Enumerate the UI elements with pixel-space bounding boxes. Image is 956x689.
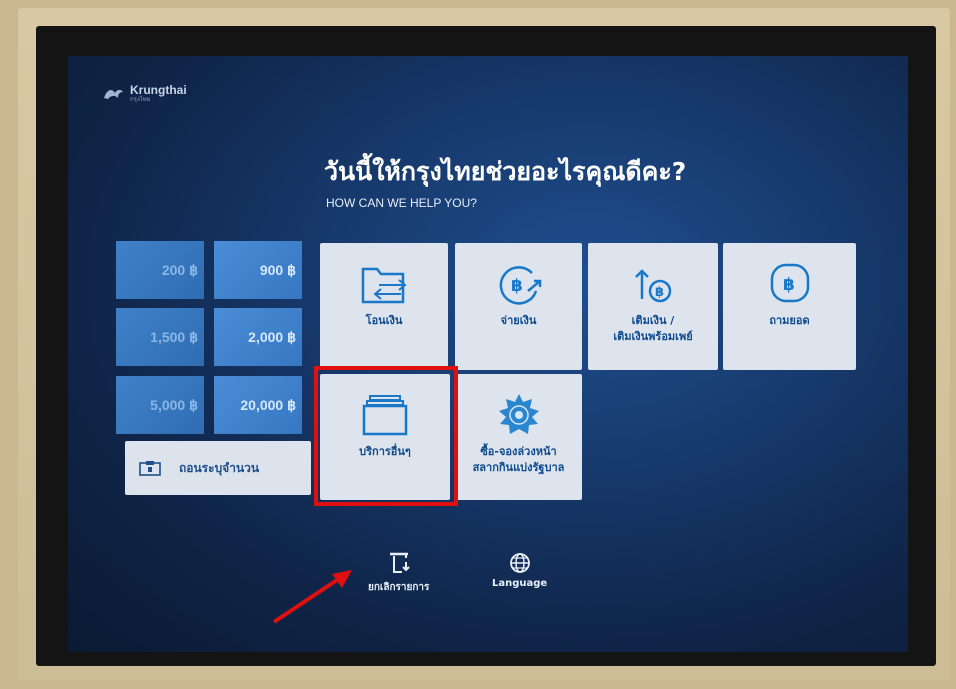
krungthai-logo: Krungthai กรุงไทย <box>102 84 187 103</box>
pay-label: จ่ายเงิน <box>500 314 537 327</box>
lottery-label-line1: ซื้อ-จองล่วงหน้า <box>480 445 557 458</box>
lottery-label-line2: สลากกินแบ่งรัฐบาล <box>472 461 565 474</box>
amount-button-200[interactable]: 200 ฿ <box>116 241 204 299</box>
amount-button-900[interactable]: 900 ฿ <box>214 241 302 299</box>
page-title: วันนี้ให้กรุงไทยช่วยอะไรคุณดีคะ? <box>324 157 687 186</box>
topup-label-line1: เติมเงิน / <box>631 314 675 327</box>
transfer-label: โอนเงิน <box>365 314 403 327</box>
custom-withdraw-label: ถอนระบุจำนวน <box>179 460 260 475</box>
svg-text:฿: ฿ <box>511 276 523 296</box>
topup-button[interactable]: ฿ เติมเงิน / เติมเงินพร้อมเพย์ <box>588 243 718 370</box>
custom-withdraw-button[interactable]: ถอนระบุจำนวน <box>125 441 311 495</box>
brand-sub: กรุงไทย <box>130 96 151 103</box>
atm-screen: Krungthai กรุงไทย วันนี้ให้กรุงไทยช่วยอะ… <box>68 56 908 652</box>
transfer-button[interactable]: โอนเงิน <box>320 243 448 370</box>
transfer-icon <box>361 267 407 304</box>
brand-name: Krungthai <box>130 83 187 97</box>
cancel-button[interactable]: ยกเลิกรายการ <box>368 552 429 595</box>
pay-icon: ฿ <box>499 266 541 305</box>
amount-button-2000[interactable]: 2,000 ฿ <box>214 308 302 366</box>
svg-text:฿: ฿ <box>655 285 664 300</box>
balance-button[interactable]: ฿ ถามยอด <box>723 243 856 370</box>
lottery-button[interactable]: ซื้อ-จองล่วงหน้า สลากกินแบ่งรัฐบาล <box>455 374 582 500</box>
balance-icon: ฿ <box>770 263 809 303</box>
topup-label: เติมเงิน / เติมเงินพร้อมเพย์ <box>613 313 692 345</box>
lottery-label: ซื้อ-จองล่วงหน้า สลากกินแบ่งรัฐบาล <box>473 444 565 476</box>
cash-slot-icon <box>139 461 161 476</box>
lottery-icon <box>498 394 539 434</box>
pay-button[interactable]: ฿ จ่ายเงิน <box>455 243 582 370</box>
language-button[interactable]: Language <box>492 552 547 589</box>
page-subtitle: HOW CAN WE HELP YOU? <box>326 196 477 210</box>
globe-icon <box>509 553 530 573</box>
balance-label: ถามยอด <box>769 314 810 327</box>
highlight-box <box>314 366 458 506</box>
svg-text:฿: ฿ <box>783 275 795 295</box>
cancel-card-icon <box>389 552 410 573</box>
topup-label-line2: เติมเงินพร้อมเพย์ <box>613 330 693 343</box>
cancel-label: ยกเลิกรายการ <box>368 582 430 593</box>
amount-button-20000[interactable]: 20,000 ฿ <box>214 376 302 434</box>
red-arrow-icon <box>272 570 352 624</box>
language-label: Language <box>492 578 548 589</box>
amount-button-5000[interactable]: 5,000 ฿ <box>116 376 204 434</box>
topup-icon: ฿ <box>635 269 672 303</box>
amount-button-1500[interactable]: 1,500 ฿ <box>116 308 204 366</box>
logo-mark-icon <box>104 89 123 99</box>
